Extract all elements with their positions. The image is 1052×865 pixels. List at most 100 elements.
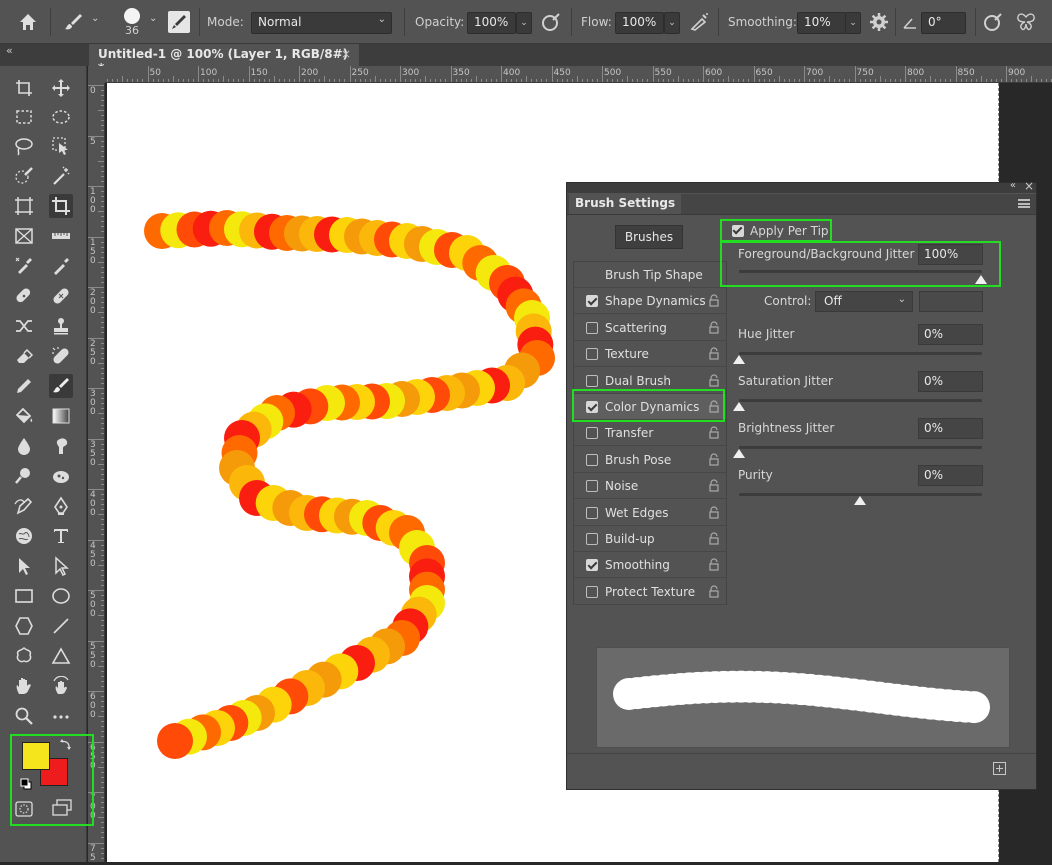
horizontal-ruler[interactable]: 0501001502002503003504004505005506006507…: [105, 66, 1052, 83]
more-tools-icon[interactable]: [49, 704, 73, 728]
brush-tip-preview-icon[interactable]: [124, 8, 140, 24]
foreground-color-swatch[interactable]: [22, 742, 50, 770]
document-tab[interactable]: Untitled-1 @ 100% (Layer 1, RGB/8#) * ×: [89, 44, 359, 75]
option-checkbox[interactable]: [586, 480, 598, 493]
hue-jitter-slider[interactable]: [739, 352, 982, 355]
option-checkbox[interactable]: [586, 321, 598, 334]
quick-selection-icon[interactable]: [12, 164, 36, 188]
option-checkbox[interactable]: [586, 585, 598, 598]
pencil-icon[interactable]: [12, 374, 36, 398]
home-icon[interactable]: [16, 10, 40, 34]
saturation-jitter-slider-thumb[interactable]: [733, 402, 745, 411]
smudge-icon[interactable]: [49, 434, 73, 458]
quick-mask-icon[interactable]: [14, 800, 34, 818]
brightness-jitter-input[interactable]: 0%: [918, 418, 983, 439]
elliptical-marquee-icon[interactable]: [49, 105, 73, 129]
hue-jitter-input[interactable]: 0%: [918, 324, 983, 345]
direct-selection-icon[interactable]: [49, 554, 73, 578]
spot-healing-icon[interactable]: [12, 284, 36, 308]
polygon-tool-icon[interactable]: [12, 614, 36, 638]
saturation-jitter-input[interactable]: 0%: [918, 371, 983, 392]
lock-icon[interactable]: [708, 374, 720, 387]
swap-colors-icon[interactable]: [59, 738, 72, 751]
fg-bg-jitter-input[interactable]: 100%: [918, 244, 983, 265]
brush-option-color-dynamics[interactable]: Color Dynamics: [574, 394, 726, 420]
control-select[interactable]: Off ⌄: [815, 291, 913, 312]
lock-icon[interactable]: [708, 585, 720, 598]
collapse-panel-icon[interactable]: «: [1010, 180, 1016, 191]
hue-jitter-slider-thumb[interactable]: [733, 355, 745, 364]
brush-tool-preset-icon[interactable]: [62, 10, 86, 34]
option-checkbox[interactable]: [586, 348, 598, 361]
path-selection-icon[interactable]: [12, 554, 36, 578]
pressure-opacity-icon[interactable]: [539, 10, 563, 34]
opacity-input[interactable]: 100%: [467, 12, 516, 34]
smoothing-input[interactable]: 10%: [797, 12, 846, 34]
content-aware-move-icon[interactable]: [12, 314, 36, 338]
rectangular-marquee-icon[interactable]: [12, 105, 36, 129]
lock-icon[interactable]: [708, 321, 720, 334]
brushes-button[interactable]: Brushes: [615, 225, 683, 249]
brush-option-noise[interactable]: Noise: [574, 473, 726, 500]
frame-tool-icon[interactable]: [12, 194, 36, 218]
smoothing-dropdown-icon[interactable]: ⌄: [845, 12, 861, 34]
opacity-dropdown-icon[interactable]: ⌄: [516, 12, 532, 34]
ruler-origin[interactable]: [88, 66, 105, 83]
brush-option-smoothing[interactable]: Smoothing: [574, 552, 726, 579]
ruler-tool-icon[interactable]: [49, 224, 73, 248]
curvature-pen-icon[interactable]: [12, 494, 36, 518]
crop-tool-icon[interactable]: [49, 194, 73, 218]
lock-icon[interactable]: [708, 347, 720, 360]
option-checkbox[interactable]: [586, 374, 598, 387]
collapse-toolbar-icon[interactable]: «: [6, 44, 13, 57]
frame-x-icon[interactable]: [12, 224, 36, 248]
pressure-size-icon[interactable]: [981, 10, 1005, 34]
option-checkbox[interactable]: [586, 295, 598, 308]
pen-tool-icon[interactable]: [49, 494, 73, 518]
magic-wand-icon[interactable]: [49, 164, 73, 188]
brush-picker-chevron-icon[interactable]: ⌄: [149, 13, 157, 24]
object-selection-icon[interactable]: [49, 134, 73, 158]
ellipse-tool-icon[interactable]: [49, 584, 73, 608]
brush-option-texture[interactable]: Texture: [574, 341, 726, 368]
eyedropper-icon[interactable]: [49, 254, 73, 278]
lock-icon[interactable]: [708, 426, 720, 439]
angle-input[interactable]: 0°: [921, 12, 966, 34]
brush-option-wet-edges[interactable]: Wet Edges: [574, 500, 726, 526]
gradient-icon[interactable]: [49, 404, 73, 428]
option-checkbox[interactable]: [586, 401, 598, 413]
background-eraser-icon[interactable]: [49, 344, 73, 368]
vertical-ruler[interactable]: 0 5 1 0 0 1 5 0 2 0 0 2 5 0 3 0 0 3 5 0 4 0 0 4 5…: [88, 83, 105, 862]
dodge-icon[interactable]: [12, 464, 36, 488]
default-colors-icon[interactable]: [20, 778, 32, 790]
lock-icon[interactable]: [708, 294, 720, 307]
brush-option-scattering[interactable]: Scattering: [574, 315, 726, 341]
color-sampler-icon[interactable]: [12, 254, 36, 278]
fg-bg-jitter-slider-thumb[interactable]: [975, 275, 987, 284]
lock-icon[interactable]: [708, 558, 720, 571]
lock-icon[interactable]: [708, 532, 720, 545]
panel-menu-icon[interactable]: [1018, 199, 1030, 208]
triangle-tool-icon[interactable]: [49, 644, 73, 668]
gear-icon[interactable]: [867, 10, 891, 34]
healing-brush-icon[interactable]: [49, 284, 73, 308]
purity-slider-thumb[interactable]: [854, 496, 866, 505]
flow-dropdown-icon[interactable]: ⌄: [664, 12, 680, 34]
hand-tool-icon[interactable]: [12, 674, 36, 698]
symmetry-butterfly-icon[interactable]: [1014, 10, 1038, 34]
brightness-jitter-slider-thumb[interactable]: [733, 449, 745, 458]
mode-select[interactable]: Normal ⌄: [251, 12, 392, 34]
brush-option-brush-pose[interactable]: Brush Pose: [574, 447, 726, 473]
airbrush-icon[interactable]: [687, 10, 711, 34]
custom-shape-icon[interactable]: [12, 644, 36, 668]
close-tab-icon[interactable]: ×: [341, 47, 351, 61]
brightness-jitter-slider[interactable]: [739, 446, 982, 449]
option-checkbox[interactable]: [586, 559, 598, 572]
paint-bucket-icon[interactable]: [12, 404, 36, 428]
apply-per-tip-checkbox[interactable]: [732, 225, 744, 237]
lock-icon[interactable]: [708, 479, 720, 492]
option-checkbox[interactable]: [586, 453, 598, 466]
artboard-tool-icon[interactable]: [12, 76, 36, 100]
preset-chevron-icon[interactable]: ⌄: [91, 13, 99, 24]
blur-icon[interactable]: [12, 434, 36, 458]
